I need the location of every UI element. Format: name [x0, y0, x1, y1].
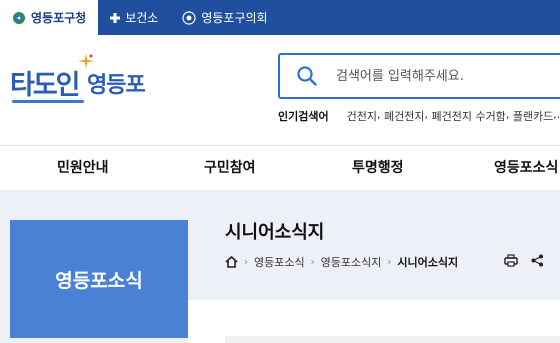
nav-item-transparency[interactable]: 투명행정 [352, 146, 404, 191]
popular-keyword[interactable]: 건전지 [347, 108, 377, 124]
page-title: 시니어소식지 [225, 222, 325, 243]
breadcrumb-item[interactable]: 영등포소식 [254, 254, 305, 270]
share-icon[interactable] [527, 250, 547, 270]
tab-label: 보건소 [125, 11, 159, 25]
home-icon[interactable] [225, 256, 238, 268]
popular-keyword[interactable]: 폐건전지 수거함 [431, 108, 505, 124]
site-logo[interactable]: 타도인 영등포 [10, 53, 146, 108]
main-navigation: 민원안내 구민참여 투명행정 영등포소식 [0, 145, 560, 190]
page-tools [495, 250, 547, 270]
print-icon[interactable] [501, 250, 521, 270]
plus-icon [110, 12, 121, 23]
logo-text-district: 영등포 [87, 73, 146, 98]
tab-label: 영등포구청 [31, 11, 87, 25]
popular-keywords-label: 인기검색어 [278, 110, 329, 123]
tab-health-center[interactable]: 보건소 [98, 0, 170, 35]
nav-item-civil-service[interactable]: 민원안내 [57, 146, 109, 191]
search-input[interactable] [336, 55, 560, 97]
popular-keyword-list: 건전지, 폐건전지, 폐건전지 수거함, 플랜카드,... [347, 108, 560, 124]
chevron-right-icon: › [244, 256, 248, 268]
tab-label: 영등포구의회 [201, 11, 268, 25]
council-emblem-icon [182, 10, 196, 25]
logo-underline [12, 100, 84, 103]
chevron-right-icon: › [310, 256, 315, 268]
breadcrumb-item[interactable]: 영등포소식지 [321, 254, 382, 270]
top-utility-bar: 영등포구청 보건소 영등포구의회 [0, 0, 560, 35]
breadcrumb: › 영등포소식 › 영등포소식지 › 시니어소식지 [225, 254, 458, 270]
tab-district-office[interactable]: 영등포구청 [0, 0, 99, 35]
search-box [278, 53, 560, 99]
tab-district-council[interactable]: 영등포구의회 [170, 0, 279, 35]
popular-keywords: 인기검색어 건전지, 폐건전지, 폐건전지 수거함, 플랜카드,... [278, 108, 560, 124]
popular-keyword[interactable]: 플랜카드 [513, 108, 553, 124]
breadcrumb-current: 시니어소식지 [397, 256, 459, 269]
chevron-right-icon: › [387, 256, 392, 268]
nav-item-news[interactable]: 영등포소식 [494, 146, 558, 191]
content-top-bar [225, 336, 560, 343]
district-logo-icon [12, 11, 26, 25]
site-tabs: 영등포구청 보건소 영등포구의회 [0, 0, 560, 35]
nav-item-participation[interactable]: 구민참여 [204, 146, 256, 191]
section-title-box: 영등포소식 [10, 220, 188, 338]
search-icon[interactable] [296, 65, 318, 91]
popular-keyword[interactable]: 폐건전지 [384, 108, 424, 124]
section-title: 영등포소식 [55, 269, 143, 292]
site-header: 타도인 영등포 인기검색어 건전지, 폐건전지, 폐건전지 수거함, 플랜카드,… [0, 35, 560, 145]
logo-text-main: 타도인 [10, 70, 81, 101]
